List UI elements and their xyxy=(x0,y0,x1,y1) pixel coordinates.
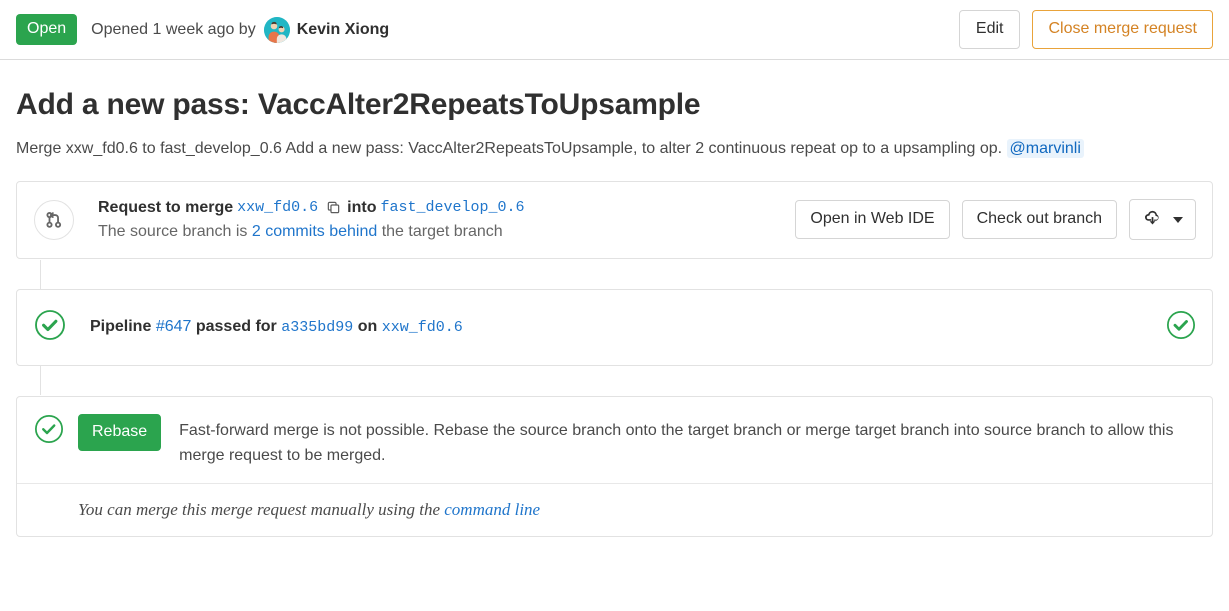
pipeline-passed-label: passed for xyxy=(196,318,277,335)
merge-card-body: Request to merge xxw_fd0.6 into fast_dev… xyxy=(98,199,795,241)
close-merge-request-button[interactable]: Close merge request xyxy=(1032,10,1213,49)
check-out-branch-button[interactable]: Check out branch xyxy=(962,200,1117,239)
into-label: into xyxy=(347,199,376,217)
pipeline-id-link[interactable]: #647 xyxy=(156,318,192,335)
behind-suffix-label: the target branch xyxy=(382,223,503,240)
avatar[interactable] xyxy=(264,17,290,43)
mr-description-text: Merge xxw_fd0.6 to fast_develop_0.6 Add … xyxy=(16,140,1002,157)
opened-by-text: Opened 1 week ago by Kevin Xiong xyxy=(91,17,389,43)
status-success-icon xyxy=(34,309,66,346)
rebase-message: Fast-forward merge is not possible. Reba… xyxy=(179,414,1196,470)
widget-connector-2 xyxy=(40,365,41,395)
mr-description: Merge xxw_fd0.6 to fast_develop_0.6 Add … xyxy=(0,122,1229,160)
open-in-web-ide-button[interactable]: Open in Web IDE xyxy=(795,200,949,239)
merge-branches-line: Request to merge xxw_fd0.6 into fast_dev… xyxy=(98,199,795,217)
source-branch-link[interactable]: xxw_fd0.6 xyxy=(237,199,318,216)
widget-connector-1 xyxy=(40,260,41,290)
merge-request-page: Open Opened 1 week ago by Kevin Xiong Ed… xyxy=(0,0,1229,611)
branch-behind-status: The source branch is 2 commits behind th… xyxy=(98,223,795,241)
target-branch-link[interactable]: fast_develop_0.6 xyxy=(380,199,524,216)
status-badge: Open xyxy=(16,14,77,45)
behind-prefix-label: The source branch is xyxy=(98,223,247,240)
rebase-button[interactable]: Rebase xyxy=(78,414,161,451)
rebase-card: Rebase Fast-forward merge is not possibl… xyxy=(16,396,1213,538)
pipeline-status-text: Pipeline #647 passed for a335bd99 on xxw… xyxy=(90,318,1166,336)
merge-card-actions: Open in Web IDE Check out branch xyxy=(795,199,1196,240)
rebase-card-footer: You can merge this merge request manuall… xyxy=(17,483,1212,536)
merge-request-card: Request to merge xxw_fd0.6 into fast_dev… xyxy=(16,181,1213,259)
pipeline-on-label: on xyxy=(358,318,378,335)
pipeline-right-success-icon xyxy=(1166,310,1196,345)
pipeline-label: Pipeline xyxy=(90,318,151,335)
chevron-down-icon xyxy=(1173,217,1183,223)
copy-icon[interactable] xyxy=(322,200,345,215)
manual-merge-hint-text: You can merge this merge request manuall… xyxy=(78,500,440,519)
download-dropdown-button[interactable] xyxy=(1129,199,1196,240)
commit-sha-link[interactable]: a335bd99 xyxy=(281,319,353,336)
command-line-link[interactable]: command line xyxy=(444,500,540,519)
user-mention-link[interactable]: @marvinli xyxy=(1007,139,1084,158)
mr-status-header: Open Opened 1 week ago by Kevin Xiong Ed… xyxy=(0,0,1229,60)
edit-button[interactable]: Edit xyxy=(959,10,1021,49)
opened-timestamp-label: Opened 1 week ago by xyxy=(91,21,256,39)
pipeline-status-card: Pipeline #647 passed for a335bd99 on xxw… xyxy=(16,289,1213,366)
commits-behind-link[interactable]: 2 commits behind xyxy=(252,223,377,240)
manual-merge-hint: You can merge this merge request manuall… xyxy=(78,500,540,519)
cloud-download-icon xyxy=(1144,209,1161,230)
mr-widget-stack: Request to merge xxw_fd0.6 into fast_dev… xyxy=(0,161,1229,538)
page-title: Add a new pass: VaccAlter2RepeatsToUpsam… xyxy=(0,60,1229,122)
rebase-card-top: Rebase Fast-forward merge is not possibl… xyxy=(17,397,1212,484)
request-to-merge-label: Request to merge xyxy=(98,199,233,217)
git-merge-icon xyxy=(34,200,74,240)
author-name[interactable]: Kevin Xiong xyxy=(297,21,389,39)
rebase-status-success-icon xyxy=(34,414,64,449)
pipeline-branch-link[interactable]: xxw_fd0.6 xyxy=(382,319,463,336)
